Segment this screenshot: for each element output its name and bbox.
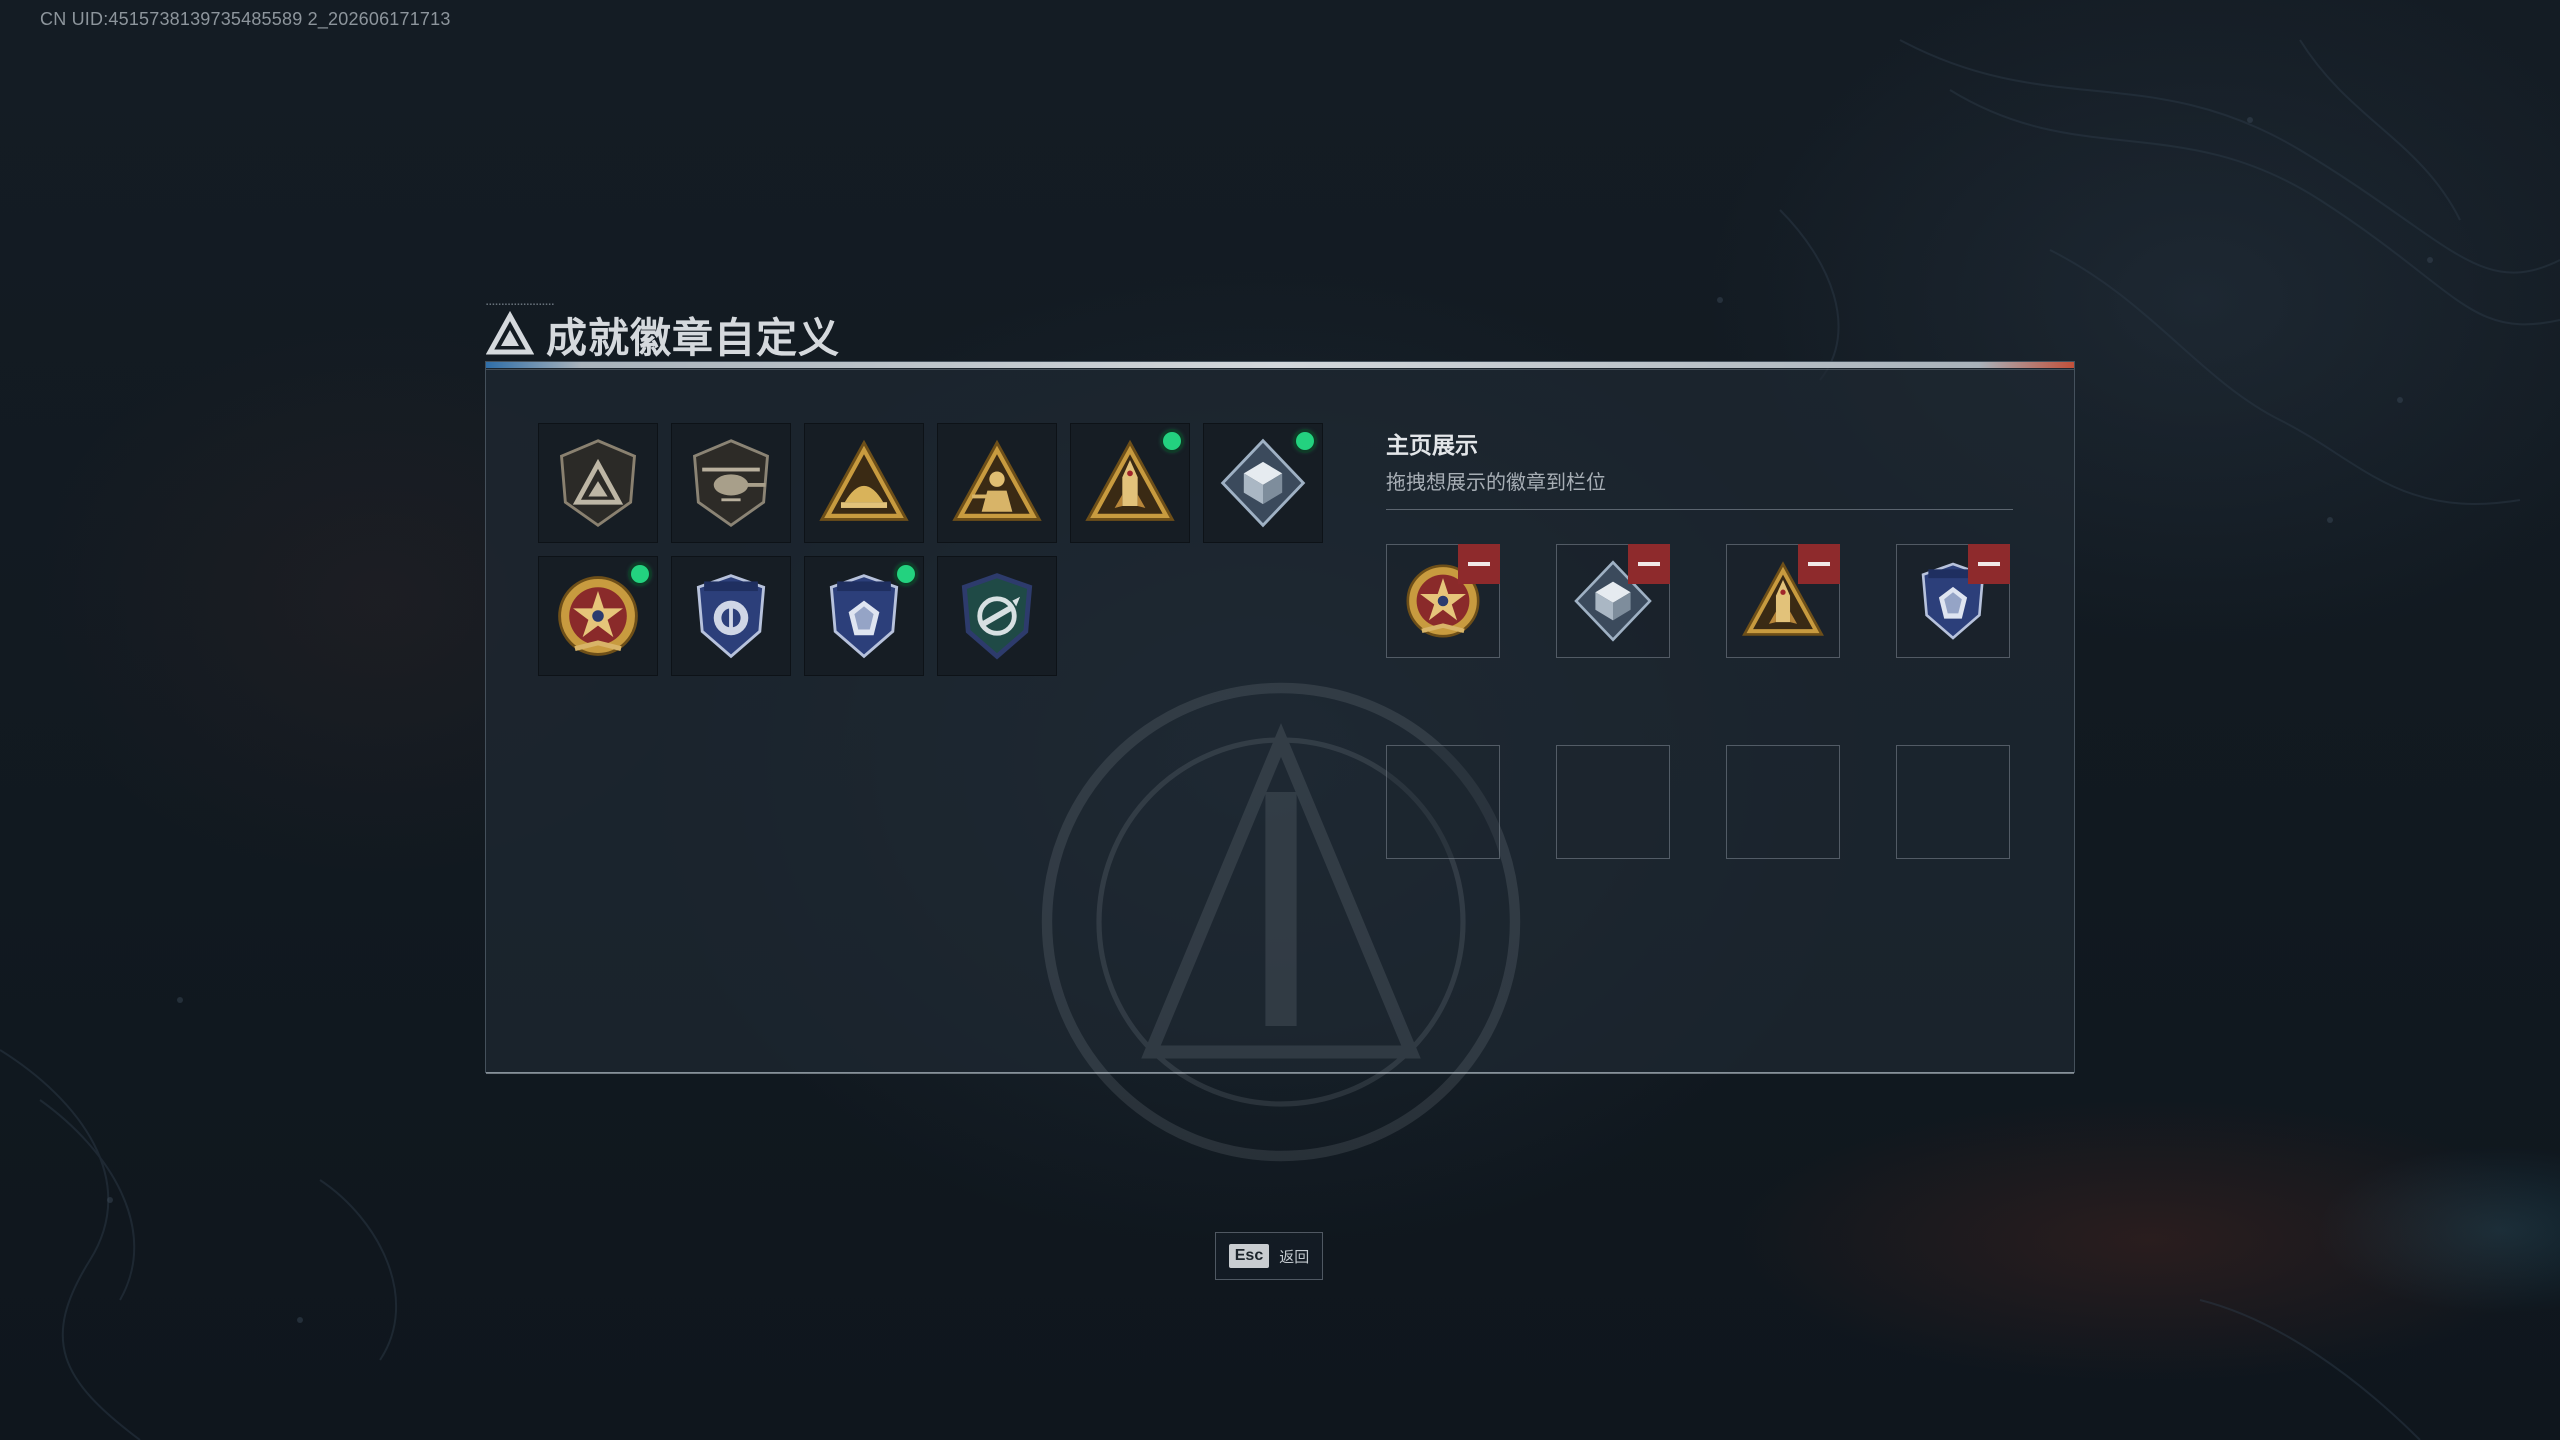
new-indicator-dot: [897, 565, 915, 583]
showcase-title: 主页展示: [1386, 432, 1478, 458]
badge-customize-panel: 主页展示 拖拽想展示的徽章到栏位: [485, 361, 2075, 1162]
diamond-cube-badge-icon: [1220, 438, 1306, 528]
minus-icon: [1468, 562, 1490, 566]
title-decoration: ▪▪▪▪▪▪▪▪▪▪▪▪▪▪▪▪▪▪▪▪▪▪: [486, 302, 555, 308]
showcase-divider: [1386, 509, 2013, 510]
esc-back-button[interactable]: Esc 返回: [1215, 1232, 1323, 1280]
showcase-slot-empty[interactable]: [1556, 745, 1670, 859]
badge-item[interactable]: [937, 423, 1057, 543]
badge-item[interactable]: [671, 556, 791, 676]
showcase-slots: [1386, 544, 2010, 859]
back-label: 返回: [1279, 1248, 1310, 1266]
remove-badge-button[interactable]: [1628, 544, 1670, 584]
screen: CN UID:4515738139735485589 2_20260617171…: [0, 0, 2560, 1440]
crosshair-shield-badge-icon: [961, 573, 1033, 660]
dialog-title-bar: ▪▪▪▪▪▪▪▪▪▪▪▪▪▪▪▪▪▪▪▪▪▪ 成就徽章自定义: [486, 302, 840, 362]
star-medal-badge-icon: [558, 576, 638, 656]
panel-accent-bar: [486, 362, 2074, 368]
gold-soldier-badge-icon: [952, 439, 1042, 521]
badge-item[interactable]: [671, 423, 791, 543]
dialog-title: 成就徽章自定义: [546, 315, 840, 361]
badge-item[interactable]: [804, 423, 924, 543]
minus-icon: [1638, 562, 1660, 566]
badge-item[interactable]: [937, 556, 1057, 676]
badge-item[interactable]: [538, 423, 658, 543]
esc-key-cap: Esc: [1228, 1244, 1270, 1268]
shield-triangle-badge-icon: [559, 439, 637, 528]
showcase-slot-empty[interactable]: [1896, 745, 2010, 859]
badge-item[interactable]: [1070, 423, 1190, 543]
badge-item[interactable]: [804, 556, 924, 676]
remove-badge-button[interactable]: [1458, 544, 1500, 584]
blue-gem-shield-badge-icon: [829, 574, 899, 659]
showcase-slot-empty[interactable]: [1386, 745, 1500, 859]
new-indicator-dot: [631, 565, 649, 583]
blue-shield-badge-icon: [696, 574, 766, 659]
helicopter-badge-icon: [692, 439, 770, 528]
showcase-slot[interactable]: [1556, 544, 1670, 658]
showcase-slot-empty[interactable]: [1726, 745, 1840, 859]
showcase-subtitle: 拖拽想展示的徽章到栏位: [1386, 472, 1606, 494]
new-indicator-dot: [1163, 432, 1181, 450]
remove-badge-button[interactable]: [1798, 544, 1840, 584]
showcase-slot[interactable]: [1386, 544, 1500, 658]
minus-icon: [1808, 562, 1830, 566]
badge-item[interactable]: [538, 556, 658, 676]
badge-item[interactable]: [1203, 423, 1323, 543]
minus-icon: [1978, 562, 2000, 566]
remove-badge-button[interactable]: [1968, 544, 2010, 584]
new-indicator-dot: [1296, 432, 1314, 450]
gold-rocket-badge-icon: [1085, 439, 1175, 521]
triangle-logo-icon: [486, 310, 534, 355]
gold-helmet-badge-icon: [819, 439, 909, 521]
homepage-showcase: 主页展示 拖拽想展示的徽章到栏位: [1386, 422, 2013, 859]
showcase-slot[interactable]: [1896, 544, 2010, 658]
uid-label: CN UID:4515738139735485589 2_20260617171…: [40, 9, 451, 29]
showcase-slot[interactable]: [1726, 544, 1840, 658]
panel-top-divider: [486, 369, 2074, 370]
owned-badges-grid: [538, 423, 1358, 676]
